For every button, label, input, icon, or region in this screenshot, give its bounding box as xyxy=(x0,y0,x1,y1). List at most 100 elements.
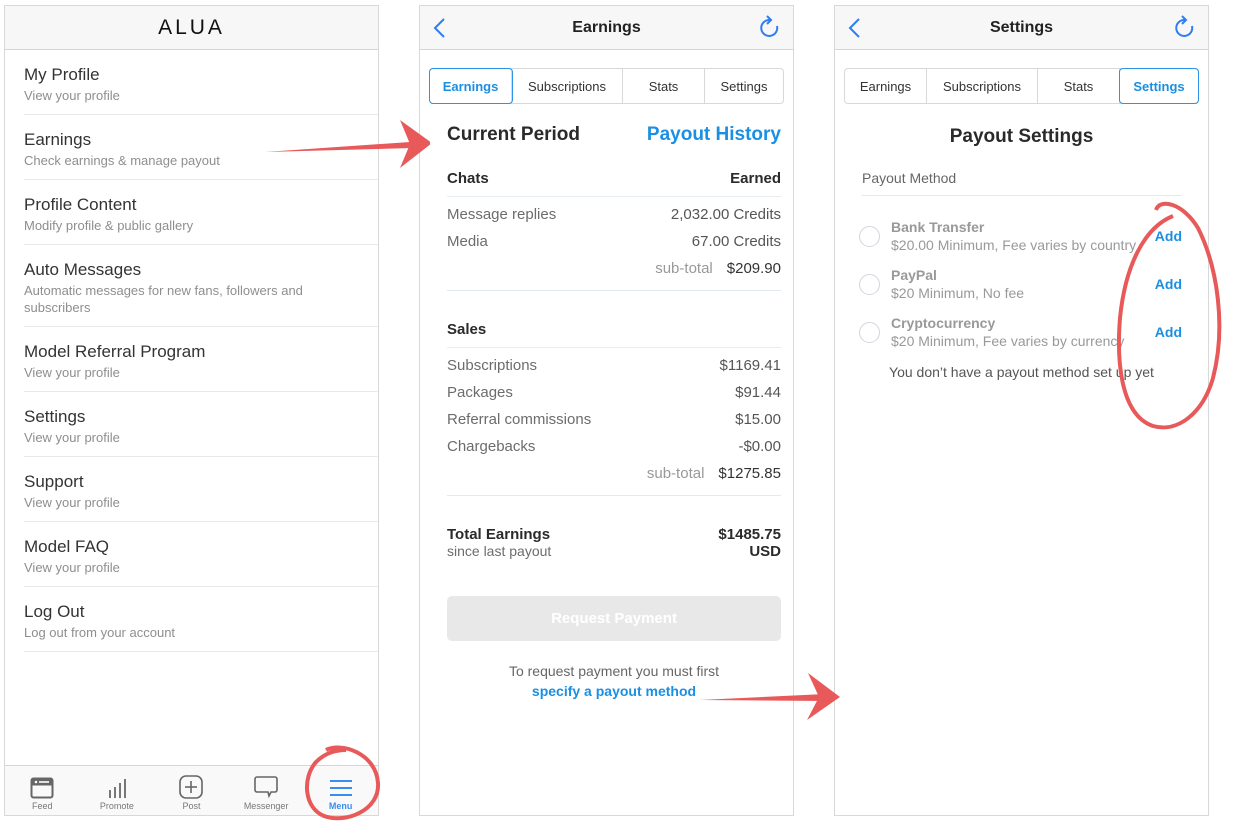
tab-post[interactable]: Post xyxy=(154,766,229,815)
method-name: PayPal xyxy=(891,267,937,283)
refresh-icon[interactable] xyxy=(1172,14,1198,42)
subtotal-value: $1275.85 xyxy=(718,465,781,482)
refresh-icon[interactable] xyxy=(757,14,783,42)
tab-earnings[interactable]: Earnings xyxy=(845,69,927,103)
method-detail: $20.00 Minimum, Fee varies by country xyxy=(891,237,1137,253)
request-payment-button[interactable]: Request Payment xyxy=(447,596,781,641)
tab-feed[interactable]: Feed xyxy=(5,766,80,815)
sales-header: Sales xyxy=(447,321,781,348)
menu-item-subtitle: View your profile xyxy=(24,365,120,380)
radio-button[interactable] xyxy=(859,273,880,295)
row-label: Chargebacks xyxy=(447,438,536,455)
radio-button[interactable] xyxy=(859,225,880,247)
menu-item-support[interactable]: Support View your profile xyxy=(24,457,378,522)
row-label: Packages xyxy=(447,384,513,401)
row-label: Message replies xyxy=(447,206,557,223)
menu-item-title: Support xyxy=(24,472,84,491)
menu-item-title: Earnings xyxy=(24,130,92,149)
section-title: Sales xyxy=(447,321,487,338)
earnings-row: Media 67.00 Credits xyxy=(447,228,781,255)
menu-item-title: My Profile xyxy=(24,65,100,84)
plus-square-icon xyxy=(179,775,204,799)
total-earnings: Total Earnings since last payout $1485.7… xyxy=(447,526,781,560)
tab-stats[interactable]: Stats xyxy=(1038,69,1120,103)
row-value: 2,032.00 Credits xyxy=(670,206,781,223)
menu-item-auto-messages[interactable]: Auto Messages Automatic messages for new… xyxy=(24,245,378,327)
menu-item-subtitle: Automatic messages for new fans, followe… xyxy=(24,283,303,315)
specify-payout-method-link[interactable]: specify a payout method xyxy=(447,681,781,701)
menu-item-my-profile[interactable]: My Profile View your profile xyxy=(24,50,378,115)
menu-item-subtitle: View your profile xyxy=(24,430,120,445)
method-detail: $20 Minimum, Fee varies by currency xyxy=(891,333,1125,349)
menu-item-log-out[interactable]: Log Out Log out from your account xyxy=(24,587,378,652)
menu-item-profile-content[interactable]: Profile Content Modify profile & public … xyxy=(24,180,378,245)
tab-label: Promote xyxy=(99,801,134,811)
menu-item-subtitle: View your profile xyxy=(24,560,120,575)
navbar: ALUA xyxy=(5,6,378,50)
menu-item-title: Profile Content xyxy=(24,195,137,214)
navbar: Earnings xyxy=(420,6,793,50)
segmented-tabs: Earnings Subscriptions Stats Settings xyxy=(844,68,1199,104)
row-value: $15.00 xyxy=(735,411,781,428)
tab-label: Messenger xyxy=(243,801,289,811)
tab-label: Menu xyxy=(328,801,353,811)
method-name: Bank Transfer xyxy=(891,219,985,235)
payout-history-link[interactable]: Payout History xyxy=(647,124,781,146)
add-bank-transfer-button[interactable]: Add xyxy=(1155,228,1182,244)
back-chevron-icon[interactable] xyxy=(845,16,865,40)
tab-messenger[interactable]: Messenger xyxy=(229,766,304,815)
page-title: Settings xyxy=(989,18,1054,36)
chats-subtotal: sub-total $209.90 xyxy=(447,255,781,291)
total-value: $1485.75 xyxy=(718,526,781,543)
earnings-content: Current Period Payout History Chats Earn… xyxy=(420,124,793,701)
menu-item-model-faq[interactable]: Model FAQ View your profile xyxy=(24,522,378,587)
bottom-tab-bar: Feed Promote Post Messenger Menu xyxy=(5,765,378,815)
menu-item-subtitle: Log out from your account xyxy=(24,625,176,640)
tab-subscriptions[interactable]: Subscriptions xyxy=(512,69,623,103)
tab-settings[interactable]: Settings xyxy=(1119,68,1199,104)
menu-item-earnings[interactable]: Earnings Check earnings & manage payout xyxy=(24,115,378,180)
tab-label: Post xyxy=(182,801,201,811)
menu-item-title: Settings xyxy=(24,407,86,426)
method-name: Cryptocurrency xyxy=(891,315,996,331)
radio-button[interactable] xyxy=(859,321,880,343)
tab-settings[interactable]: Settings xyxy=(705,69,783,103)
earnings-row: Chargebacks -$0.00 xyxy=(447,433,781,460)
menu-item-settings[interactable]: Settings View your profile xyxy=(24,392,378,457)
row-label: Referral commissions xyxy=(447,411,592,428)
tab-stats[interactable]: Stats xyxy=(623,69,705,103)
tab-menu[interactable]: Menu xyxy=(303,766,378,815)
payout-method-paypal: PayPal $20 Minimum, No fee Add xyxy=(859,266,1182,302)
sales-subtotal: sub-total $1275.85 xyxy=(447,460,781,496)
hint-text: To request payment you must first xyxy=(508,663,720,679)
row-label: Subscriptions xyxy=(447,357,538,374)
add-cryptocurrency-button[interactable]: Add xyxy=(1155,324,1182,340)
total-label: Total Earnings xyxy=(447,526,551,543)
menu-item-model-referral[interactable]: Model Referral Program View your profile xyxy=(24,327,378,392)
menu-item-title: Model Referral Program xyxy=(24,342,206,361)
menu-list: My Profile View your profile Earnings Ch… xyxy=(5,50,378,652)
menu-screen: ALUA My Profile View your profile Earnin… xyxy=(4,5,379,816)
payout-method-cryptocurrency: Cryptocurrency $20 Minimum, Fee varies b… xyxy=(859,314,1182,350)
row-value: -$0.00 xyxy=(738,438,781,455)
tab-promote[interactable]: Promote xyxy=(80,766,155,815)
chat-bubble-icon xyxy=(254,776,278,799)
payout-method-bank-transfer: Bank Transfer $20.00 Minimum, Fee varies… xyxy=(859,218,1182,254)
menu-item-title: Auto Messages xyxy=(24,260,142,279)
row-label: Media xyxy=(447,233,488,250)
tab-earnings[interactable]: Earnings xyxy=(429,68,513,104)
no-payout-method-message: You don’t have a payout method set up ye… xyxy=(889,364,1154,380)
earnings-row: Referral commissions $15.00 xyxy=(447,406,781,433)
back-chevron-icon[interactable] xyxy=(430,16,450,40)
menu-item-subtitle: Modify profile & public gallery xyxy=(24,218,194,233)
menu-item-title: Log Out xyxy=(24,602,85,621)
period-title: Current Period xyxy=(447,124,581,145)
hamburger-menu-icon xyxy=(329,780,352,796)
subtotal-label: sub-total xyxy=(655,260,713,277)
add-paypal-button[interactable]: Add xyxy=(1155,276,1182,292)
tab-subscriptions[interactable]: Subscriptions xyxy=(927,69,1038,103)
menu-item-title: Model FAQ xyxy=(24,537,110,556)
payout-settings-heading: Payout Settings xyxy=(949,126,1094,147)
feed-icon xyxy=(30,777,54,799)
chats-header: Chats Earned xyxy=(447,170,781,197)
